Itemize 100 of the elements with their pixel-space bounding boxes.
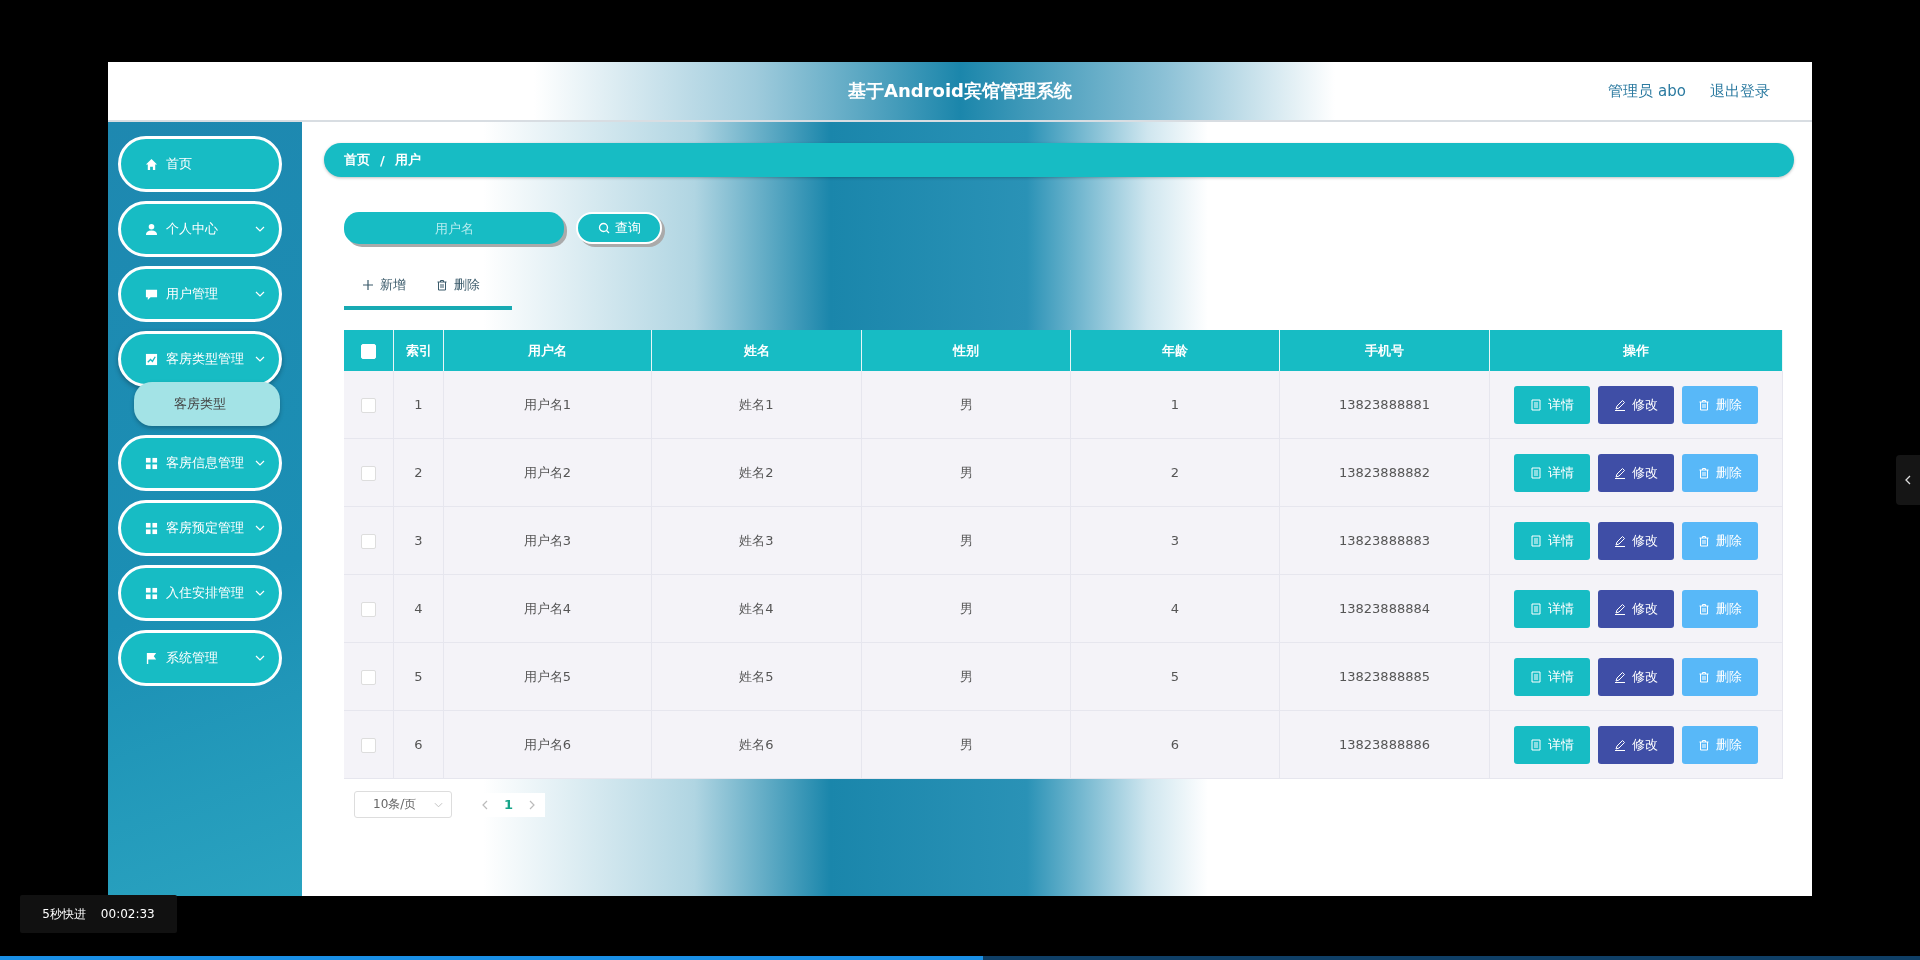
table-cell: 5 [1070, 642, 1280, 711]
playback-time: 00:02:33 [100, 907, 155, 921]
sidebar-item[interactable]: 个人中心 [118, 201, 282, 257]
plus-icon [362, 279, 374, 291]
table-cell: 用户名1 [443, 371, 652, 439]
edit-button[interactable]: 修改 [1598, 385, 1674, 424]
row-checkbox[interactable] [361, 601, 376, 617]
sidebar-item[interactable]: 首页 [118, 136, 282, 192]
pencil-icon [1614, 602, 1626, 615]
pencil-icon [1614, 738, 1626, 751]
username-search-field[interactable]: 用户名 [344, 212, 564, 244]
table-cell: 男 [861, 574, 1071, 643]
sidebar-item[interactable]: 用户管理 [118, 266, 282, 322]
table-cell: 1 [393, 371, 444, 439]
add-button[interactable]: 新增 [362, 276, 406, 294]
row-checkbox[interactable] [361, 737, 376, 753]
edit-button[interactable]: 修改 [1598, 725, 1674, 764]
edit-button[interactable]: 修改 [1598, 521, 1674, 560]
table-cell: 13823888885 [1279, 642, 1490, 711]
edit-button[interactable]: 修改 [1598, 453, 1674, 492]
column-header: 用户名 [443, 330, 652, 371]
chart-icon [145, 352, 158, 366]
delete-button[interactable]: 删除 [1682, 725, 1758, 764]
user-icon [145, 222, 158, 236]
select-all-checkbox[interactable] [361, 343, 376, 359]
row-checkbox[interactable] [361, 669, 376, 685]
table-cell: 男 [861, 506, 1071, 575]
chevron-down-icon [255, 291, 265, 297]
table-cell: 3 [1070, 506, 1280, 575]
sidebar-item[interactable]: 入住安排管理 [118, 565, 282, 621]
home-icon [145, 157, 158, 171]
delete-button[interactable]: 删除 [1682, 521, 1758, 560]
page-number[interactable]: 1 [504, 797, 514, 812]
table-cell: 男 [861, 438, 1071, 507]
delete-button[interactable]: 删除 [1682, 589, 1758, 628]
previous-page-icon[interactable] [482, 799, 488, 810]
sidebar-item[interactable]: 系统管理 [118, 630, 282, 686]
submenu-item[interactable]: 客房类型 [134, 382, 280, 426]
next-page-icon[interactable] [529, 799, 536, 810]
table-cell: 6 [1070, 710, 1280, 779]
table-cell: 1 [1070, 371, 1280, 439]
sidebar-item[interactable]: 客房类型管理 [118, 331, 282, 387]
detail-button[interactable]: 详情 [1514, 521, 1590, 560]
pencil-icon [1614, 670, 1626, 683]
delete-button[interactable]: 删除 [1682, 385, 1758, 424]
query-button[interactable]: 查询 [576, 212, 662, 244]
search-icon [597, 222, 610, 234]
sidebar-item[interactable]: 客房预定管理 [118, 500, 282, 556]
trash-icon [1698, 602, 1710, 615]
table-cell: 姓名1 [651, 371, 862, 439]
table-cell: 用户名4 [443, 574, 652, 643]
row-checkbox[interactable] [361, 465, 376, 481]
document-icon [1530, 466, 1542, 479]
table-cell: 男 [861, 710, 1071, 779]
trash-icon [1698, 398, 1710, 411]
row-checkbox[interactable] [361, 533, 376, 549]
detail-button[interactable]: 详情 [1514, 385, 1590, 424]
toast-label: 5秒快进 [42, 905, 86, 923]
video-progress-bar[interactable] [0, 956, 1920, 960]
table-cell: 2 [1070, 438, 1280, 507]
column-header: 操作 [1489, 330, 1783, 371]
delete-button[interactable]: 删除 [436, 276, 480, 294]
breadcrumb-link[interactable]: 首页 [344, 151, 370, 169]
detail-button[interactable]: 详情 [1514, 453, 1590, 492]
table-cell: 13823888883 [1279, 506, 1490, 575]
row-checkbox[interactable] [361, 397, 376, 413]
detail-button[interactable]: 详情 [1514, 589, 1590, 628]
table-cell: 男 [861, 642, 1071, 711]
chevron-down-icon [255, 356, 265, 362]
table-cell: 3 [393, 506, 444, 575]
grid-icon [145, 521, 158, 535]
flag-icon [145, 651, 158, 665]
table-cell: 用户名6 [443, 710, 652, 779]
app-title: 基于Android宾馆管理系统 [848, 79, 1072, 103]
page-size-select[interactable]: 10条/页 [354, 791, 452, 818]
table-cell: 男 [861, 371, 1071, 439]
chevron-down-icon [255, 525, 265, 531]
column-header: 性别 [861, 330, 1071, 371]
table-cell: 姓名4 [651, 574, 862, 643]
table-cell: 13823888881 [1279, 371, 1490, 439]
chevron-left-icon [1905, 475, 1911, 485]
delete-button[interactable]: 删除 [1682, 657, 1758, 696]
side-panel-toggle[interactable] [1896, 455, 1920, 505]
breadcrumb-separator: / [380, 152, 385, 168]
detail-button[interactable]: 详情 [1514, 725, 1590, 764]
delete-button[interactable]: 删除 [1682, 453, 1758, 492]
trash-icon [1698, 738, 1710, 751]
chevron-down-icon [255, 655, 265, 661]
breadcrumb-link[interactable]: 用户 [394, 151, 421, 169]
edit-button[interactable]: 修改 [1598, 657, 1674, 696]
table-cell: 姓名3 [651, 506, 862, 575]
logout-link[interactable]: 退出登录 [1710, 81, 1770, 101]
sidebar-item[interactable]: 客房信息管理 [118, 435, 282, 491]
trash-icon [1698, 534, 1710, 547]
pencil-icon [1614, 534, 1626, 547]
document-icon [1530, 670, 1542, 683]
table-cell: 用户名3 [443, 506, 652, 575]
detail-button[interactable]: 详情 [1514, 657, 1590, 696]
edit-button[interactable]: 修改 [1598, 589, 1674, 628]
table-cell: 2 [393, 438, 444, 507]
